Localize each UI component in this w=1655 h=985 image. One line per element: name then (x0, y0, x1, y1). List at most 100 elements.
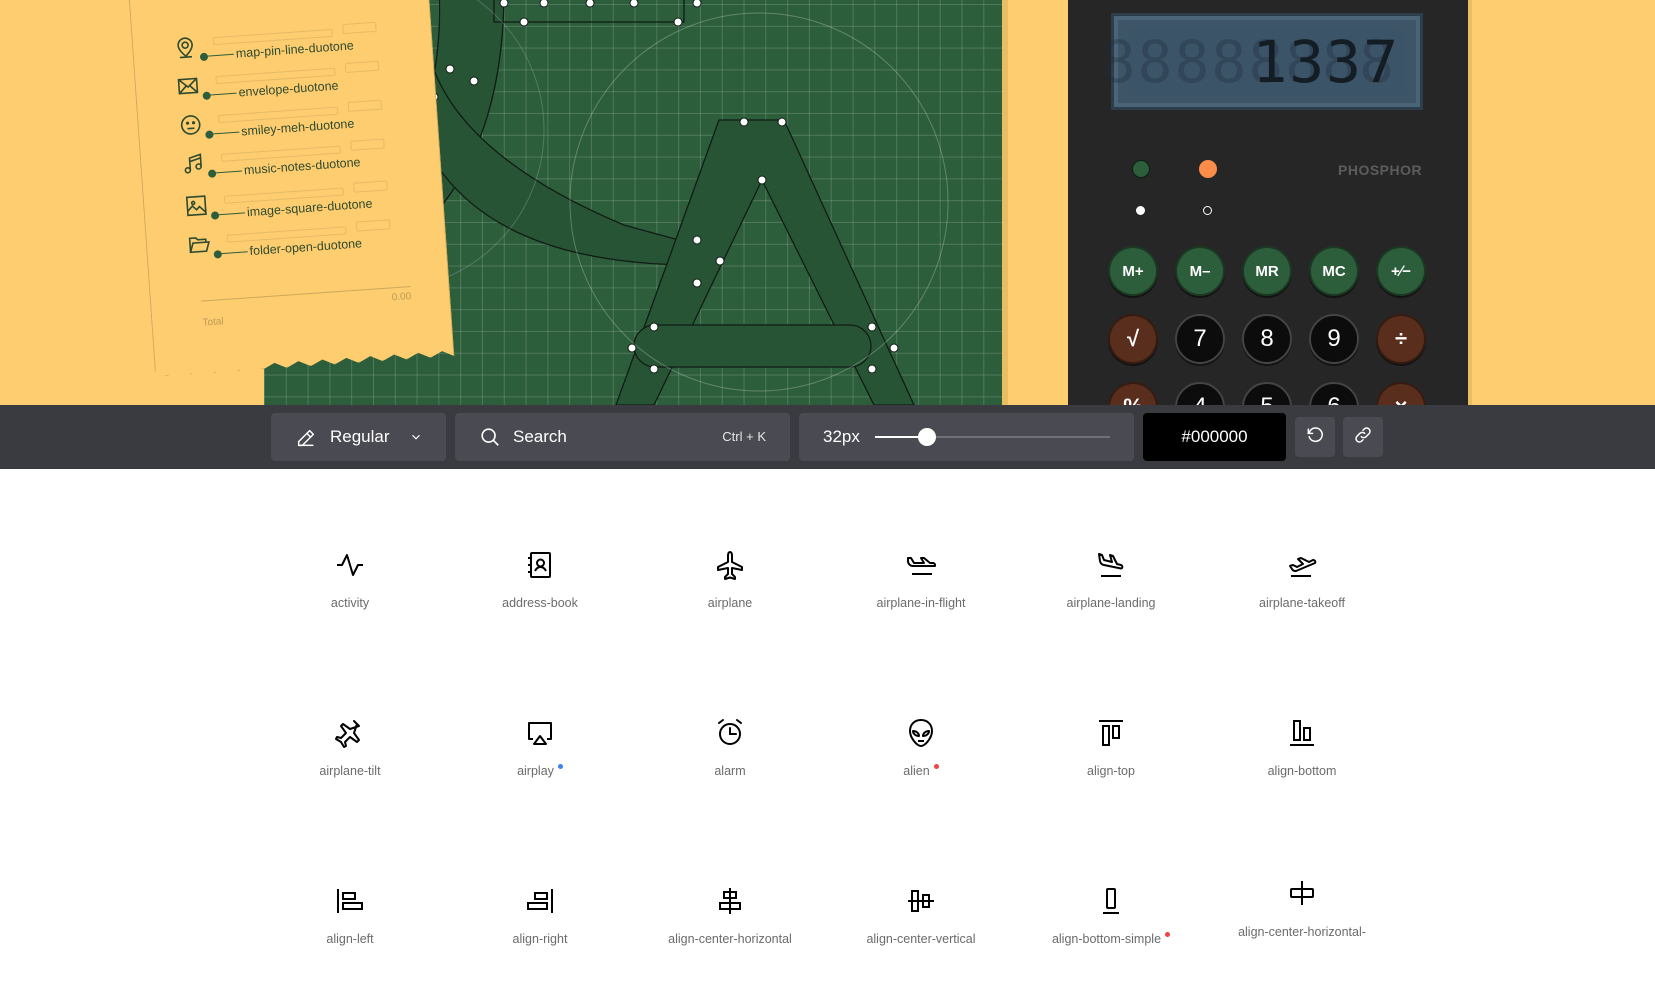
key-memory-subtract[interactable]: M– (1175, 246, 1225, 296)
size-label: 32px (823, 427, 860, 446)
search-box: Ctrl + K (455, 413, 790, 461)
alarm-icon (718, 719, 742, 745)
updated-badge-dot (933, 764, 939, 769)
pencil-icon (295, 427, 317, 454)
receipt-item: smiley-meh-duotone (178, 97, 420, 144)
icon-card[interactable]: airplane-landing (1016, 549, 1206, 649)
icon-name: align-bottom (1267, 764, 1337, 778)
key-memory-clear[interactable]: MC (1309, 246, 1359, 296)
airplane-tilt-icon (335, 720, 360, 748)
display-value: 1337 (1252, 27, 1400, 96)
key-8[interactable]: 8 (1242, 314, 1292, 364)
calculator-display: 88888888 1337 (1101, 27, 1406, 96)
align-left-icon (337, 889, 363, 913)
airplane-takeoff-icon (1289, 557, 1317, 577)
align-center-vertical-icon (908, 890, 934, 912)
key-square-root[interactable]: √ (1108, 314, 1158, 364)
map-pin-icon (172, 34, 198, 60)
airplane-landing-icon (1098, 553, 1124, 577)
receipt-item: image-square-duotone (184, 178, 426, 225)
key-7[interactable]: 7 (1175, 314, 1225, 364)
icon-card[interactable]: activity (255, 549, 445, 649)
icon-card[interactable]: align-center-horizontal (635, 885, 825, 985)
key-9[interactable]: 9 (1309, 314, 1359, 364)
icon-card[interactable]: align-bottom-simple (1016, 885, 1206, 985)
icon-card[interactable]: align-top (1016, 717, 1206, 817)
airplane-in-flight-icon (907, 557, 936, 575)
key-memory-recall[interactable]: MR (1242, 246, 1292, 296)
link-icon (1353, 425, 1373, 450)
icon-toolbar: Regular Ctrl + K 32px #000000 (0, 405, 1655, 469)
icon-name: align-bottom-simple (1016, 932, 1206, 946)
receipt-total-label: Total (202, 316, 225, 329)
icon-name: align-center-horizontal (668, 932, 792, 946)
color-picker[interactable]: #000000 (1143, 413, 1286, 461)
icon-name: airplane-landing (1066, 596, 1156, 610)
calculator: 88888888 1337 PHOSPHOR M+ M– MR MC +∕− √… (1068, 0, 1468, 405)
align-center-horizontal-icon (719, 888, 741, 914)
icon-name: airplane-in-flight (876, 596, 966, 610)
icon-card[interactable]: align-center-vertical (826, 885, 1016, 985)
image-square-icon (184, 193, 210, 219)
receipt-card: map-pin-line-duotone envelope-duotone sm… (128, 0, 454, 377)
size-slider[interactable] (875, 428, 1110, 446)
indicator-light-green (1132, 160, 1150, 178)
airplay-icon (528, 722, 552, 745)
icon-card[interactable]: airplane-tilt (255, 717, 445, 817)
icon-card[interactable]: address-book (445, 549, 635, 649)
align-right-icon (527, 889, 553, 913)
icon-card[interactable]: airplane-in-flight (826, 549, 1016, 649)
receipt-item-label: envelope-duotone (238, 78, 339, 100)
icon-name: align-center-horizontal- (1238, 925, 1366, 939)
icon-name: airplane (707, 596, 753, 610)
icon-card[interactable]: align-left (255, 885, 445, 985)
weight-dropdown[interactable]: Regular (271, 413, 446, 461)
arrow-counter-clockwise-icon (1305, 425, 1325, 450)
receipt-item: folder-open-duotone (186, 217, 428, 264)
search-input[interactable] (513, 423, 703, 451)
calculator-display-frame: 88888888 1337 (1101, 13, 1423, 110)
key-plus-minus[interactable]: +∕− (1376, 246, 1426, 296)
icon-card[interactable]: airplane (635, 549, 825, 649)
receipt-item: envelope-duotone (175, 58, 417, 105)
icon-card[interactable]: alien (826, 717, 1016, 817)
activity-icon (337, 554, 363, 576)
calculator-brand: PHOSPHOR (1338, 162, 1423, 178)
align-top-icon (1099, 720, 1123, 746)
new-badge-dot (557, 764, 563, 769)
size-slider-thumb[interactable] (917, 428, 936, 446)
address-book-icon (528, 552, 551, 578)
icon-name: align-right (512, 932, 568, 946)
icon-card[interactable]: airplay (445, 717, 635, 817)
reset-button[interactable] (1295, 417, 1335, 457)
receipt-total: Total 0.00 (201, 286, 412, 329)
alien-icon (909, 719, 933, 747)
icon-name: address-book (502, 596, 578, 610)
key-percent[interactable]: % (1108, 382, 1158, 405)
indicator-light-orange (1199, 160, 1217, 178)
key-multiply[interactable]: × (1376, 382, 1426, 405)
icon-card[interactable]: align-center-horizontal- (1207, 877, 1397, 977)
search-icon (479, 426, 501, 453)
receipt-item: map-pin-line-duotone (172, 19, 414, 66)
toggle-dot-empty[interactable] (1203, 206, 1212, 215)
copy-link-button[interactable] (1343, 417, 1383, 457)
icon-name: airplay (445, 764, 635, 778)
key-memory-add[interactable]: M+ (1108, 246, 1158, 296)
icon-name: activity (330, 596, 370, 610)
size-control: 32px (799, 413, 1134, 461)
icon-card[interactable]: align-bottom (1207, 717, 1397, 817)
icon-card[interactable]: alarm (635, 717, 825, 817)
align-center-horizontal-simple-icon (1290, 881, 1314, 905)
icon-name: align-top (1087, 764, 1135, 778)
key-divide[interactable]: ÷ (1376, 314, 1426, 364)
key-6[interactable]: 6 (1309, 382, 1359, 405)
icon-card[interactable]: airplane-takeoff (1207, 549, 1397, 649)
hero-banner: map-pin-line-duotone envelope-duotone sm… (0, 0, 1655, 405)
key-5[interactable]: 5 (1242, 382, 1292, 405)
toggle-dot-filled[interactable] (1136, 206, 1145, 215)
key-4[interactable]: 4 (1175, 382, 1225, 405)
receipt-total-value: 0.00 (391, 291, 412, 304)
icon-card[interactable]: align-right (445, 885, 635, 985)
receipt-item: music-notes-duotone (181, 136, 423, 183)
